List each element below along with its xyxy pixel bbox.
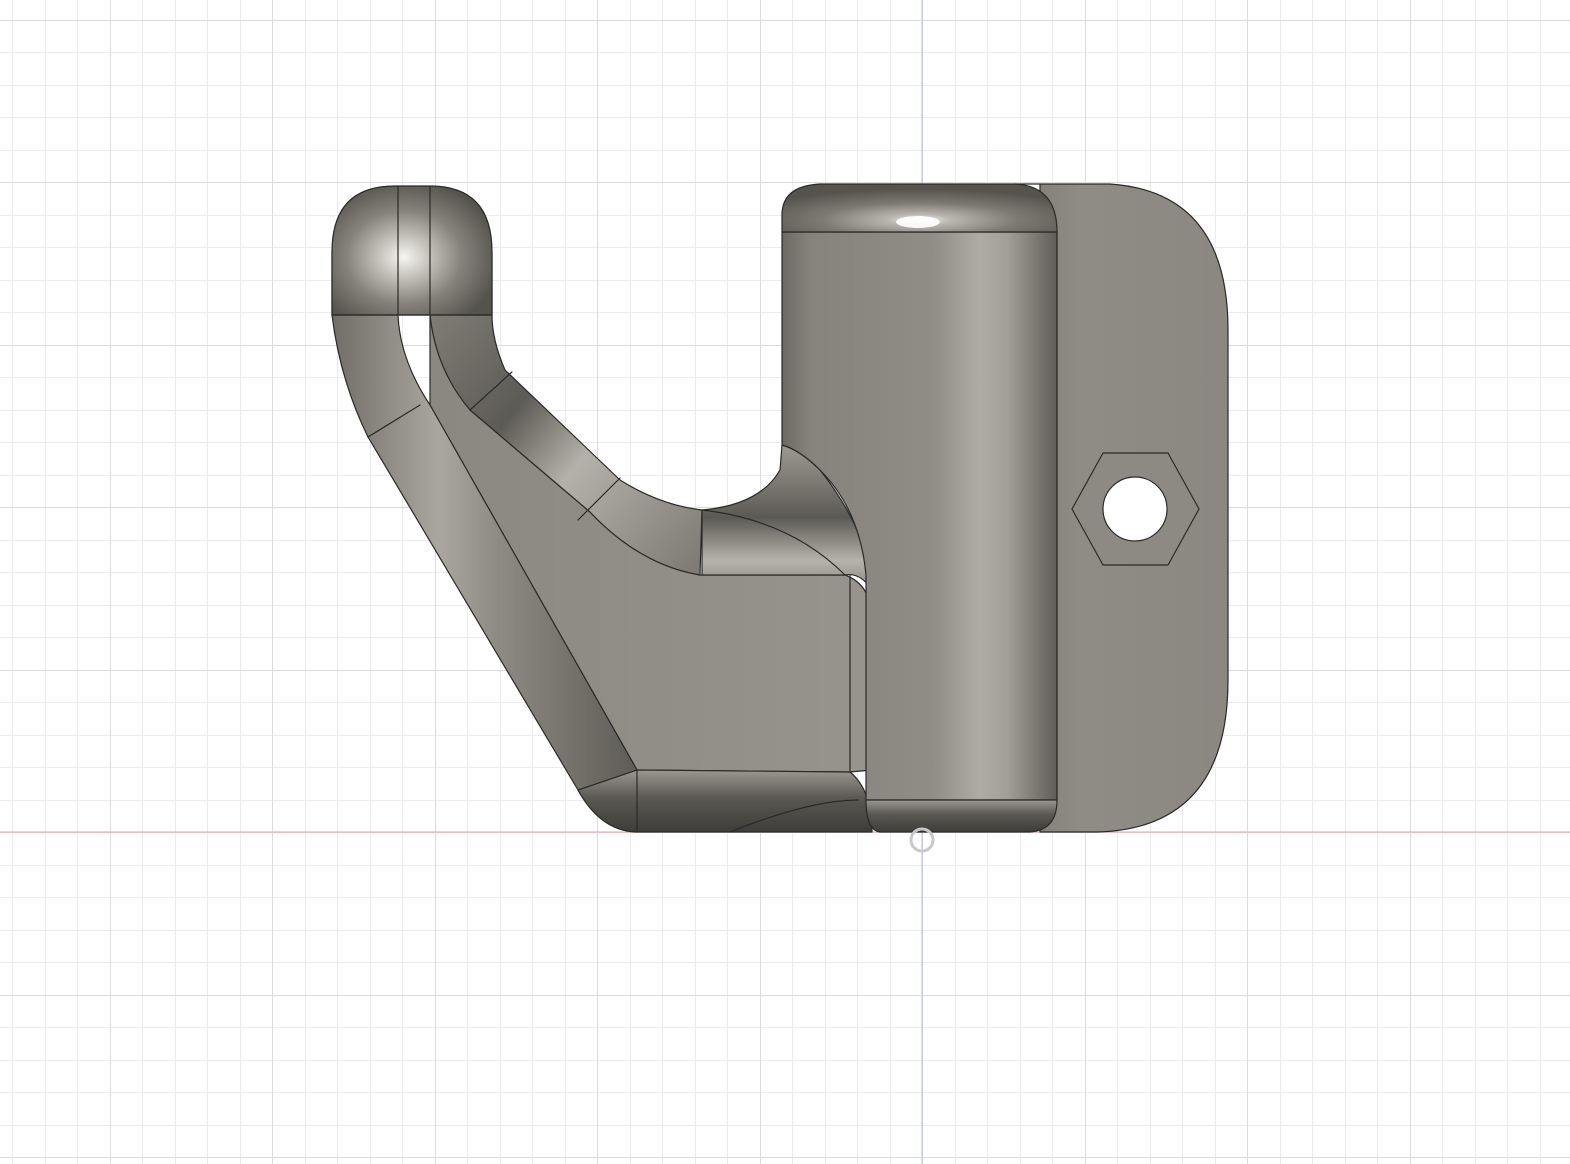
scene-canvas[interactable] — [0, 0, 1570, 1164]
screw-hole[interactable] — [1102, 476, 1168, 542]
hook-bottom-knuckle[interactable] — [577, 769, 873, 833]
cap-highlight — [896, 216, 940, 228]
column-bottom-cap[interactable] — [865, 799, 1058, 833]
hook-tip-knob[interactable] — [331, 185, 493, 316]
cad-3d-viewport[interactable] — [0, 0, 1570, 1164]
hook-model[interactable] — [331, 183, 1229, 833]
